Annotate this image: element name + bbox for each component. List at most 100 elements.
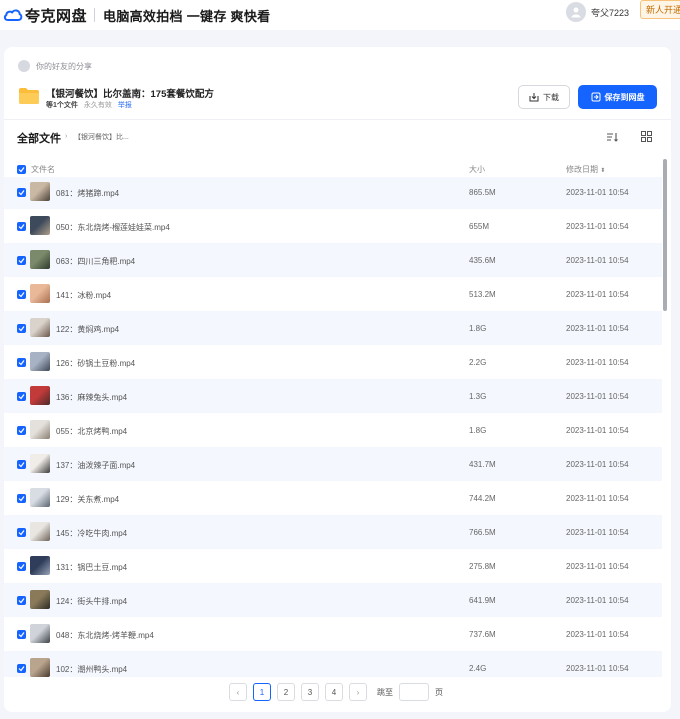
row-checkbox[interactable]	[17, 222, 26, 231]
user-icon	[571, 7, 581, 18]
breadcrumb-item[interactable]: 【银河餐饮】比...	[74, 132, 129, 142]
folder-icon	[19, 88, 39, 104]
column-header-date[interactable]: 修改日期 ⬍	[566, 164, 605, 175]
report-link[interactable]: 举报	[118, 100, 132, 110]
file-name[interactable]: 126：砂锅土豆粉.mp4	[56, 358, 135, 369]
video-thumbnail	[30, 318, 50, 337]
file-name[interactable]: 124：街头牛排.mp4	[56, 596, 127, 607]
video-thumbnail	[30, 590, 50, 609]
row-checkbox[interactable]	[17, 562, 26, 571]
file-name[interactable]: 136：麻辣兔头.mp4	[56, 392, 127, 403]
download-label: 下载	[543, 92, 559, 102]
save-to-drive-button[interactable]: 保存到网盘	[578, 85, 657, 109]
page-1-button[interactable]: 1	[253, 683, 271, 701]
table-row[interactable]: 137：油泼辣子面.mp4 431.7M 2023-11-01 10:54	[4, 447, 662, 481]
column-header-name[interactable]: 文件名	[31, 164, 55, 175]
row-checkbox[interactable]	[17, 290, 26, 299]
row-checkbox[interactable]	[17, 664, 26, 673]
next-page-button[interactable]: ›	[349, 683, 367, 701]
file-date: 2023-11-01 10:54	[566, 664, 629, 673]
file-name[interactable]: 055：北京烤鸭.mp4	[56, 426, 127, 437]
row-checkbox[interactable]	[17, 426, 26, 435]
video-thumbnail	[30, 454, 50, 473]
page-2-button[interactable]: 2	[277, 683, 295, 701]
column-header-date-label: 修改日期	[566, 164, 598, 174]
download-icon	[529, 93, 539, 102]
sort-icon[interactable]	[606, 131, 618, 143]
file-name[interactable]: 048：东北烧烤-烤羊鞭.mp4	[56, 630, 154, 641]
validity: 永久有效	[83, 102, 112, 109]
file-date: 2023-11-01 10:54	[566, 222, 629, 231]
row-checkbox[interactable]	[17, 358, 26, 367]
table-row[interactable]: 055：北京烤鸭.mp4 1.8G 2023-11-01 10:54	[4, 413, 662, 447]
save-label: 保存到网盘	[604, 92, 645, 102]
table-row[interactable]: 126：砂锅土豆粉.mp4 2.2G 2023-11-01 10:54	[4, 345, 662, 379]
table-row[interactable]: 048：东北烧烤-烤羊鞭.mp4 737.6M 2023-11-01 10:54	[4, 617, 662, 651]
file-size: 1.8G	[469, 324, 487, 333]
row-checkbox[interactable]	[17, 630, 26, 639]
file-name[interactable]: 141：冰粉.mp4	[56, 290, 111, 301]
file-size: 737.6M	[469, 630, 496, 639]
grid-view-icon[interactable]	[641, 131, 652, 142]
table-row[interactable]: 081：烤猪蹄.mp4 865.5M 2023-11-01 10:54	[4, 177, 662, 209]
breadcrumb-separator: ›	[65, 133, 68, 140]
row-checkbox[interactable]	[17, 256, 26, 265]
file-name[interactable]: 145：冷吃牛肉.mp4	[56, 528, 127, 539]
top-bar: 夸克网盘 电脑高效拍档 一键存 爽快看 夸父7223 新人开通会员	[0, 0, 680, 30]
file-name[interactable]: 122：黄焖鸡.mp4	[56, 324, 119, 335]
row-checkbox[interactable]	[17, 324, 26, 333]
check-icon	[18, 666, 25, 672]
table-row[interactable]: 050：东北烧烤-榴莲娃娃菜.mp4 655M 2023-11-01 10:54	[4, 209, 662, 243]
all-files-title[interactable]: 全部文件	[17, 130, 61, 146]
table-row[interactable]: 141：冰粉.mp4 513.2M 2023-11-01 10:54	[4, 277, 662, 311]
video-thumbnail	[30, 522, 50, 541]
file-size: 655M	[469, 222, 490, 231]
pagination: ‹ 1 2 3 4 › 跳至 页	[229, 683, 443, 701]
file-date: 2023-11-01 10:54	[566, 392, 629, 401]
file-name[interactable]: 063：四川三角粑.mp4	[56, 256, 135, 267]
video-thumbnail	[30, 488, 50, 507]
video-thumbnail	[30, 420, 50, 439]
file-size: 766.5M	[469, 528, 496, 537]
file-date: 2023-11-01 10:54	[566, 188, 629, 197]
file-name[interactable]: 050：东北烧烤-榴莲娃娃菜.mp4	[56, 222, 170, 233]
page-4-button[interactable]: 4	[325, 683, 343, 701]
row-checkbox[interactable]	[17, 392, 26, 401]
table-row[interactable]: 129：关东煮.mp4 744.2M 2023-11-01 10:54	[4, 481, 662, 515]
table-row[interactable]: 122：黄焖鸡.mp4 1.8G 2023-11-01 10:54	[4, 311, 662, 345]
row-checkbox[interactable]	[17, 188, 26, 197]
table-row[interactable]: 131：锅巴土豆.mp4 275.8M 2023-11-01 10:54	[4, 549, 662, 583]
row-checkbox[interactable]	[17, 528, 26, 537]
logo[interactable]: 夸克网盘	[3, 5, 87, 26]
row-checkbox[interactable]	[17, 596, 26, 605]
download-button[interactable]: 下载	[518, 85, 570, 109]
file-name[interactable]: 137：油泼辣子面.mp4	[56, 460, 135, 471]
user-menu[interactable]: 夸父7223	[566, 2, 629, 22]
vip-button[interactable]: 新人开通会员	[640, 0, 680, 19]
row-checkbox[interactable]	[17, 460, 26, 469]
table-row[interactable]: 063：四川三角粑.mp4 435.6M 2023-11-01 10:54	[4, 243, 662, 277]
sort-caret-icon: ⬍	[600, 167, 606, 174]
row-checkbox[interactable]	[17, 494, 26, 503]
table-row[interactable]: 136：麻辣兔头.mp4 1.3G 2023-11-01 10:54	[4, 379, 662, 413]
file-name[interactable]: 102：潮州鸭头.mp4	[56, 664, 127, 675]
check-icon	[18, 428, 25, 434]
scrollbar-thumb[interactable]	[663, 159, 667, 311]
column-header-size[interactable]: 大小	[469, 164, 485, 175]
select-all-checkbox[interactable]	[17, 164, 26, 174]
table-row[interactable]: 145：冷吃牛肉.mp4 766.5M 2023-11-01 10:54	[4, 515, 662, 549]
check-icon	[18, 598, 25, 604]
check-icon	[18, 462, 25, 468]
table-row[interactable]: 124：街头牛排.mp4 641.9M 2023-11-01 10:54	[4, 583, 662, 617]
prev-page-button[interactable]: ‹	[229, 683, 247, 701]
file-name[interactable]: 081：烤猪蹄.mp4	[56, 188, 119, 199]
file-name[interactable]: 131：锅巴土豆.mp4	[56, 562, 127, 573]
page-3-button[interactable]: 3	[301, 683, 319, 701]
jump-page-input[interactable]	[399, 683, 429, 701]
file-name[interactable]: 129：关东煮.mp4	[56, 494, 119, 505]
save-icon	[591, 92, 600, 102]
video-thumbnail	[30, 556, 50, 575]
video-thumbnail	[30, 250, 50, 269]
share-from-label: 你的好友的分享	[36, 61, 92, 71]
table-row[interactable]: 102：潮州鸭头.mp4 2.4G 2023-11-01 10:54	[4, 651, 662, 677]
